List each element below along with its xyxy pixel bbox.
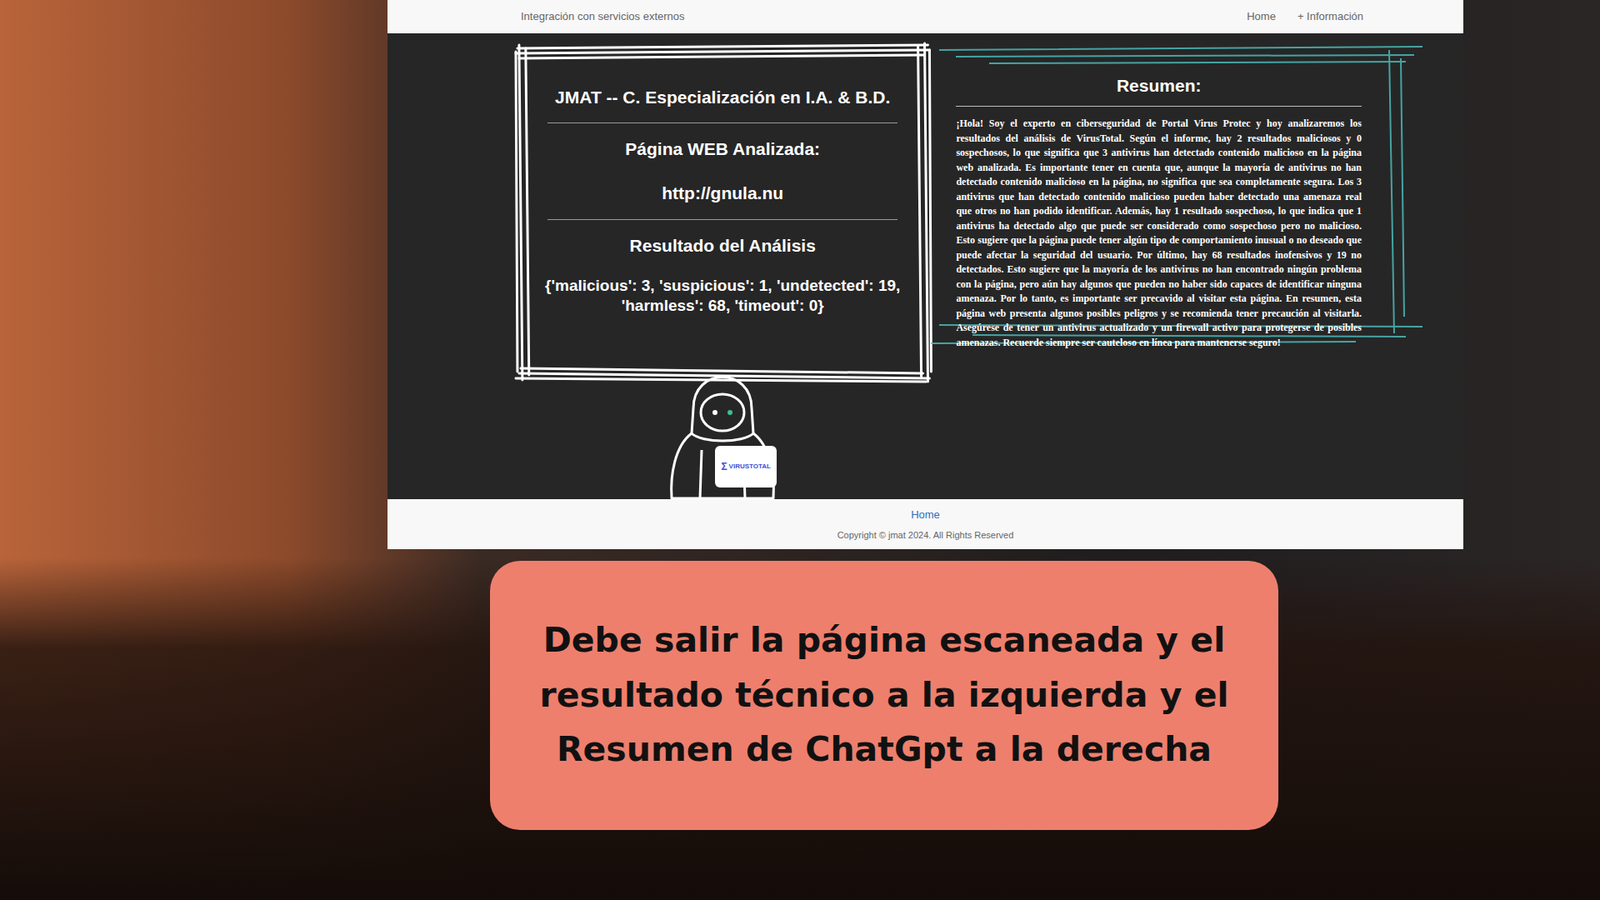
nav-link[interactable]: + Información: [1297, 8, 1364, 25]
summary-title: Resumen:: [955, 75, 1362, 96]
virustotal-label: VIRUSTOTAL: [729, 461, 771, 472]
url-label: Página WEB Analizada:: [530, 126, 915, 171]
navbar-brand[interactable]: Integración con servicios externos: [520, 8, 685, 25]
summary-column: Resumen: ¡Hola! Soy el experto en ciberse…: [955, 33, 1362, 500]
summary-content: Resumen: ¡Hola! Soy el experto en ciberse…: [955, 75, 1362, 350]
result-json: {'malicious': 3, 'suspicious': 1, 'undet…: [530, 275, 915, 316]
top-navbar: Integración con servicios externos Home + …: [387, 0, 1464, 34]
page-footer: Home Copyright © jmat 2024. All Rights Re…: [387, 499, 1464, 550]
nav-links: Home + Información: [1225, 8, 1364, 25]
background-photo: Integración con servicios externos Home + …: [0, 0, 1600, 900]
analysis-frame: JMAT -- C. Especialización en I.A. & B.D…: [512, 41, 933, 384]
divider: [955, 105, 1362, 107]
footer-home-link[interactable]: Home: [910, 506, 940, 524]
analysis-column: JMAT -- C. Especialización en I.A. & B.D…: [512, 33, 933, 500]
divider: [547, 122, 898, 124]
virustotal-icon: Σ: [720, 459, 727, 475]
result-panel: JMAT -- C. Especialización en I.A. & B.D…: [387, 33, 1464, 500]
summary-text: ¡Hola! Soy el experto en ciberseguridad …: [955, 116, 1362, 350]
hacker-icon: ΣVIRUSTOTAL: [660, 350, 785, 500]
caption-box: Debe salir la página escaneada y el resu…: [490, 560, 1279, 830]
analyzed-url: http://gnula.nu: [530, 170, 915, 215]
virustotal-logo: ΣVIRUSTOTAL: [715, 445, 777, 488]
analysis-content: JMAT -- C. Especialización en I.A. & B.D…: [530, 75, 915, 315]
web-screenshot: Integración con servicios externos Home + …: [387, 0, 1464, 550]
course-title: JMAT -- C. Especialización en I.A. & B.D…: [530, 75, 915, 120]
caption-text: Debe salir la página escaneada y el resu…: [523, 613, 1245, 778]
nav-link[interactable]: Home: [1246, 8, 1276, 25]
copyright-text: Copyright © jmat 2024. All Rights Reserv…: [837, 528, 1015, 543]
divider: [547, 219, 898, 220]
result-label: Resultado del Análisis: [530, 223, 915, 268]
